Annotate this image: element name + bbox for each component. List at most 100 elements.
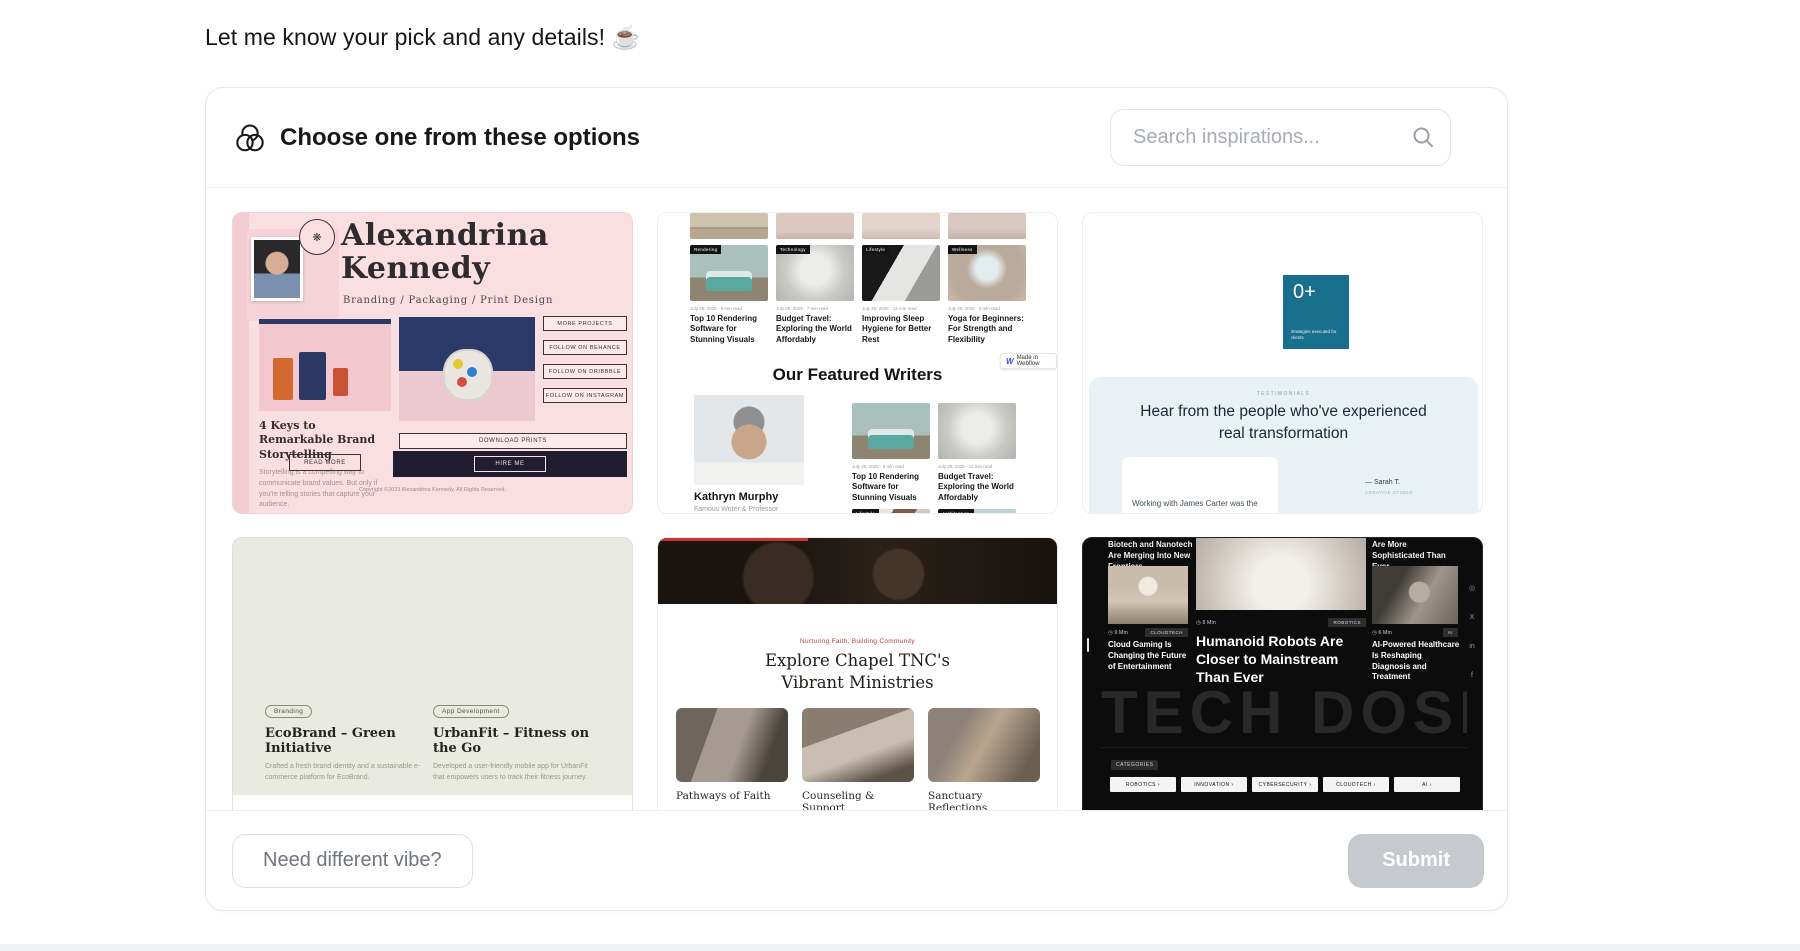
stat-value: 0+ <box>1293 281 1316 303</box>
category-button: ROBOTICS › <box>1110 777 1176 792</box>
blog-post-tag: Technology <box>776 245 810 254</box>
portfolio-social-buttons: MORE PROJECTS FOLLOW ON BEHANCE FOLLOW O… <box>543 316 627 412</box>
option-chapel-thumbnail[interactable]: Nurturing Faith, Building Community Expl… <box>657 537 1058 812</box>
stat-caption: strategies executed for clients <box>1291 328 1337 341</box>
category-pill: CLOUDTECH <box>1145 628 1188 637</box>
read-time: ◷ 9 Min <box>1108 629 1128 636</box>
device-hinge-highlight <box>1087 638 1089 652</box>
portfolio-name: Alexandrina Kennedy <box>341 218 549 286</box>
writer-post-image <box>852 403 930 459</box>
panel-footer: Need different vibe? Submit <box>206 810 1507 910</box>
product-pack-orange <box>273 358 293 400</box>
blog-post-image: Lifestyle <box>862 245 940 301</box>
writer-post-card: July 25, 2025 · 9 min read Top 10 Render… <box>852 403 930 513</box>
case-study-desc: Developed a user-friendly mobile app for… <box>433 763 588 781</box>
follow-dribbble-button: FOLLOW ON DRIBBBLE <box>543 364 627 379</box>
blog-post-meta: July 25, 2025 · 12 min read <box>862 306 917 311</box>
linkedin-icon: in <box>1469 643 1475 650</box>
case-study-desc: Crafted a fresh brand identity and a sus… <box>265 763 421 781</box>
categories-label: CATEGORIES <box>1111 760 1159 770</box>
ministry-card: Sanctuary Reflections <box>928 708 1040 812</box>
writer-post-title: Budget Travel: Exploring the World Affor… <box>938 472 1014 502</box>
category-pill: ROBOTICS <box>1328 618 1366 627</box>
blog-post-image: Rendering <box>690 245 768 301</box>
next-post-tag: Lifestyle <box>852 509 880 513</box>
blog-post-tag: Lifestyle <box>862 245 890 254</box>
tech-article-title: Humanoid Robots Are Closer to Mainstream… <box>1196 633 1344 686</box>
ministry-photo <box>928 708 1040 782</box>
testimonial-author: — Sarah T. <box>1365 479 1400 486</box>
tech-wordmark-band: TECH DOSE <box>1101 680 1467 748</box>
read-more-button: READ MORE <box>289 454 361 471</box>
search-input[interactable] <box>1110 109 1451 166</box>
tech-article-title: Cloud Gaming Is Changing the Future of E… <box>1108 640 1187 671</box>
writer-posts: July 25, 2025 · 9 min read Top 10 Render… <box>852 403 1022 513</box>
blog-cropped-image <box>690 213 768 239</box>
writer-role: Famous Writer & Professor <box>694 506 779 513</box>
option-consulting-thumbnail[interactable]: 0+ strategies executed for clients TESTI… <box>1082 212 1483 514</box>
option-technews-thumbnail[interactable]: Biotech and Nanotech Are Merging Into Ne… <box>1082 537 1483 812</box>
option-portfolio-thumbnail[interactable]: ❋ Alexandrina Kennedy Branding / Packagi… <box>232 212 633 514</box>
search-icon <box>1413 127 1433 147</box>
blog-post-tag: Rendering <box>690 245 722 254</box>
next-post-image: Architecture <box>938 509 1016 513</box>
tech-article-title: AI-Powered Healthcare Is Reshaping Diagn… <box>1372 640 1460 682</box>
case-study-tag: Branding <box>265 705 313 718</box>
blog-post-meta: July 25, 2025 · 9 min read <box>690 306 743 311</box>
case-study-item: App Development UrbanFit – Fitness on th… <box>433 700 608 784</box>
stat-box: 0+ strategies executed for clients <box>1283 275 1349 349</box>
blog-post-grid: Rendering July 25, 2025 · 9 min read Top… <box>690 213 1026 345</box>
made-in-webflow-badge: W Made in Webflow <box>1000 353 1057 369</box>
tech-article-image <box>1196 538 1366 610</box>
writer-post-image <box>938 403 1016 459</box>
portfolio-article: 4 Keys to Remarkable Brand Storytelling … <box>259 319 391 511</box>
hire-me-button: HIRE ME <box>474 456 546 472</box>
option-casestudies-thumbnail[interactable]: Branding EcoBrand – Green Initiative Cra… <box>232 537 633 812</box>
download-prints-button: DOWNLOAD PRINTS <box>399 433 627 449</box>
instagram-icon: ◎ <box>1468 585 1476 592</box>
tech-article-image <box>1108 566 1188 624</box>
ministry-caption: Sanctuary Reflections <box>928 790 988 812</box>
tech-article-meta: ◷ 8 Min ROBOTICS <box>1196 618 1366 627</box>
follow-instagram-button: FOLLOW ON INSTAGRAM <box>543 388 627 403</box>
page-bottom-strip <box>0 944 1800 951</box>
blog-post-meta: July 25, 2025 · 5 min read <box>948 306 1001 311</box>
blog-cropped-image <box>948 213 1026 239</box>
blog-post-tag: Wellness <box>948 245 977 254</box>
read-time: ◷ 6 Min <box>1372 629 1392 636</box>
blog-cropped-image <box>862 213 940 239</box>
featured-writers-heading: Our Featured Writers <box>772 365 943 384</box>
blog-column: Technology July 25, 2025 · 7 min read Bu… <box>776 213 854 345</box>
van-illustration <box>706 271 752 291</box>
tech-article-image <box>1372 566 1458 624</box>
follow-behance-button: FOLLOW ON BEHANCE <box>543 340 627 355</box>
blog-post-meta: July 25, 2025 · 7 min read <box>776 306 829 311</box>
read-time: ◷ 8 Min <box>1196 619 1216 626</box>
category-button: CYBERSECURITY › <box>1252 777 1318 792</box>
portfolio-kettle-image <box>399 317 535 421</box>
portfolio-article-image <box>259 319 391 411</box>
search-box[interactable] <box>1110 109 1451 166</box>
submit-button[interactable]: Submit <box>1348 833 1484 888</box>
chapel-hero-image <box>658 538 1057 604</box>
writer-name: Kathryn Murphy <box>694 491 779 503</box>
category-button: AI › <box>1394 777 1460 792</box>
blog-post-title: Improving Sleep Hygiene for Better Rest <box>862 314 932 344</box>
assistant-message: Let me know your pick and any details! ☕ <box>205 24 641 50</box>
shapes-icon <box>236 123 264 151</box>
kettle-sticker <box>453 359 463 369</box>
tech-article-meta: ◷ 6 Min AI <box>1372 628 1458 637</box>
blog-post-title: Yoga for Beginners: For Strength and Fle… <box>948 314 1024 344</box>
blog-post-title: Top 10 Rendering Software for Stunning V… <box>690 314 757 344</box>
panel-title: Choose one from these options <box>280 123 641 151</box>
category-button: INNOVATION › <box>1181 777 1247 792</box>
writer-post-meta: July 25, 2025 · 11 min read <box>938 464 993 469</box>
portfolio-footer-band: HIRE ME <box>393 451 627 477</box>
category-button: CLOUDTECH › <box>1323 777 1389 792</box>
writer-post-meta: July 25, 2025 · 9 min read <box>852 464 905 469</box>
heading-line: Vibrant Ministries <box>781 672 934 692</box>
option-blog-thumbnail[interactable]: Rendering July 25, 2025 · 9 min read Top… <box>657 212 1058 514</box>
testimonials-heading: Hear from the people who've experienced … <box>1089 401 1478 444</box>
social-rail: ◎ X in f <box>1465 584 1479 679</box>
need-different-vibe-button[interactable]: Need different vibe? <box>232 833 473 888</box>
